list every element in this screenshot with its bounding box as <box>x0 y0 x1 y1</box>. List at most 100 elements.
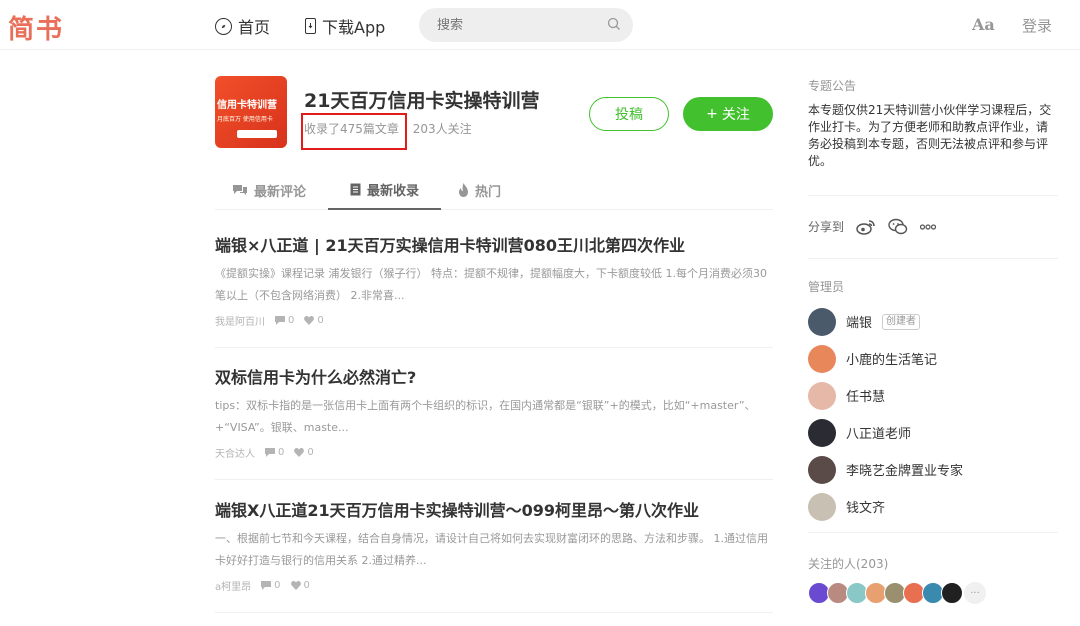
likes-value: 0 <box>317 315 324 326</box>
article-abstract: 一、根据前七节和今天课程，结合自身情况，请设计自己将如何去实现财富闭环的思路、方… <box>215 532 768 567</box>
share-section: 分享到 <box>808 218 937 235</box>
likes-count: 0 <box>290 580 310 591</box>
fire-icon <box>459 183 468 197</box>
admin-item[interactable]: 小鹿的生活笔记 <box>808 340 963 377</box>
article-title[interactable]: 双标信用卡为什么必然消亡? <box>215 367 773 389</box>
login-link[interactable]: 登录 <box>1022 15 1052 36</box>
article-meta: 天合达人 0 0 <box>215 445 773 460</box>
creator-badge: 创建者 <box>882 313 921 330</box>
admin-item[interactable]: 钱文齐 <box>808 488 963 525</box>
share-label: 分享到 <box>808 220 845 234</box>
nav-home-label: 首页 <box>238 18 271 37</box>
nav-home-link[interactable]: 首页 <box>215 14 270 38</box>
divider <box>808 258 1058 259</box>
comments-value: 0 <box>274 580 281 591</box>
highlight-box <box>301 113 407 150</box>
article-author[interactable]: 天合达人 <box>215 445 255 460</box>
tab-label: 最新收录 <box>366 183 419 199</box>
admin-item[interactable]: 任书慧 <box>808 377 963 414</box>
admin-name[interactable]: 李晓艺金牌置业专家 <box>846 460 963 479</box>
admin-name[interactable]: 八正道老师 <box>846 423 911 442</box>
search-icon[interactable] <box>607 17 621 31</box>
comment-icon <box>261 581 272 590</box>
admins-list: 端银 创建者 小鹿的生活笔记 任书慧 八正道老师 李晓艺金牌置业专家 钱文齐 <box>808 303 963 525</box>
comment-icon <box>265 448 275 457</box>
likes-value: 0 <box>307 447 314 458</box>
avatar[interactable] <box>808 381 836 410</box>
notice-label: 专题公告 <box>808 79 857 93</box>
tab-latest-added[interactable]: 最新收录 <box>328 170 441 210</box>
article-abstract: 《提额实操》课程记录 浦发银行（猴子行） 特点：提额不规律，提额幅度大，下卡额度… <box>215 267 767 302</box>
admin-name[interactable]: 端银 <box>846 312 872 331</box>
comments-count[interactable]: 0 <box>275 315 294 326</box>
document-icon <box>350 183 361 195</box>
nav-download-app-link[interactable]: 下载App <box>305 14 385 38</box>
more-followers-button[interactable]: ··· <box>964 582 986 604</box>
tab-latest-comments[interactable]: 最新评论 <box>232 170 306 210</box>
wechat-icon[interactable] <box>888 218 908 235</box>
plus-icon: + <box>706 106 718 122</box>
tab-label: 热门 <box>475 184 502 200</box>
likes-count: 0 <box>304 315 324 326</box>
divider <box>808 532 1058 533</box>
cover-bar <box>237 130 277 138</box>
article-meta: a柯里昂 0 0 <box>215 578 773 593</box>
notice-section: 专题公告 本专题仅供21天特训营小伙伴学习课程后，交作业打卡。为了方便老师和助教… <box>808 77 1058 170</box>
notice-text: 本专题仅供21天特训营小伙伴学习课程后，交作业打卡。为了方便老师和助教点评作业，… <box>808 103 1052 168</box>
article-title[interactable]: 端银X八正道21天百万信用卡实操特训营～099柯里昂～第八次作业 <box>215 500 773 522</box>
avatar[interactable] <box>808 344 836 373</box>
nav-download-app-label: 下载App <box>322 18 386 37</box>
tab-hot[interactable]: 热门 <box>458 170 501 210</box>
avatar[interactable] <box>808 418 836 447</box>
more-icon[interactable] <box>920 223 937 230</box>
heart-icon <box>304 316 315 325</box>
compass-icon <box>215 17 232 35</box>
avatar[interactable] <box>808 307 836 336</box>
article-abstract: tips：双标卡指的是一张信用卡上面有两个卡组织的标识，在国内通常都是“银联”+… <box>215 399 756 434</box>
follow-label: 关注 <box>721 107 750 123</box>
divider <box>808 195 1058 196</box>
follow-button[interactable]: + 关注 <box>683 97 773 131</box>
comment-icon <box>233 185 247 195</box>
phone-icon <box>305 18 316 34</box>
collection-tabs: 最新评论 最新收录 热门 <box>215 170 773 210</box>
likes-count: 0 <box>294 447 314 458</box>
logo[interactable]: 简书 <box>8 9 64 46</box>
search-box <box>419 8 633 42</box>
cover-title-text: 信用卡特训营 <box>217 100 277 111</box>
followers-label-wrap: 关注的人(203) <box>808 555 1058 572</box>
article-author[interactable]: a柯里昂 <box>215 578 251 593</box>
admin-item[interactable]: 端银 创建者 <box>808 303 963 340</box>
admin-item[interactable]: 八正道老师 <box>808 414 963 451</box>
avatar[interactable] <box>808 492 836 521</box>
weibo-icon[interactable] <box>856 219 876 235</box>
comments-value: 0 <box>278 447 285 458</box>
collection-title: 21天百万信用卡实操特训营 <box>304 90 540 112</box>
article-item: 端银X八正道21天百万信用卡实操特训营～099柯里昂～第八次作业 一、根据前七节… <box>215 500 773 613</box>
admin-name[interactable]: 钱文齐 <box>846 497 885 516</box>
avatar[interactable] <box>808 455 836 484</box>
follower-avatar[interactable] <box>941 582 963 604</box>
admin-name[interactable]: 任书慧 <box>846 386 885 405</box>
contribute-button[interactable]: 投稿 <box>589 97 669 131</box>
heart-icon <box>290 581 301 590</box>
cover-sub-text: 月底百万 使用信用卡 <box>217 116 273 123</box>
article-title[interactable]: 端银×八正道 | 21天百万实操信用卡特训营080王川北第四次作业 <box>215 235 773 257</box>
followers-count: 203人关注 <box>412 122 472 136</box>
comment-icon <box>275 316 285 325</box>
article-author[interactable]: 我是阿百川 <box>215 313 265 328</box>
article-item: 双标信用卡为什么必然消亡? tips：双标卡指的是一张信用卡上面有两个卡组织的标… <box>215 367 773 480</box>
search-input[interactable] <box>419 8 589 42</box>
admin-name[interactable]: 小鹿的生活笔记 <box>846 349 937 368</box>
likes-value: 0 <box>303 580 310 591</box>
followers-label: 关注的人(203) <box>808 557 889 571</box>
font-toggle-button[interactable]: Aa <box>972 15 995 34</box>
admin-item[interactable]: 李晓艺金牌置业专家 <box>808 451 963 488</box>
comments-count[interactable]: 0 <box>261 580 281 591</box>
comments-count[interactable]: 0 <box>265 447 284 458</box>
tab-label: 最新评论 <box>254 184 307 200</box>
article-item: 端银×八正道 | 21天百万实操信用卡特训营080王川北第四次作业 《提额实操》… <box>215 235 773 348</box>
admins-label: 管理员 <box>808 280 845 294</box>
comments-value: 0 <box>288 315 295 326</box>
collection-cover-image: 信用卡特训营 月底百万 使用信用卡 <box>215 76 287 148</box>
